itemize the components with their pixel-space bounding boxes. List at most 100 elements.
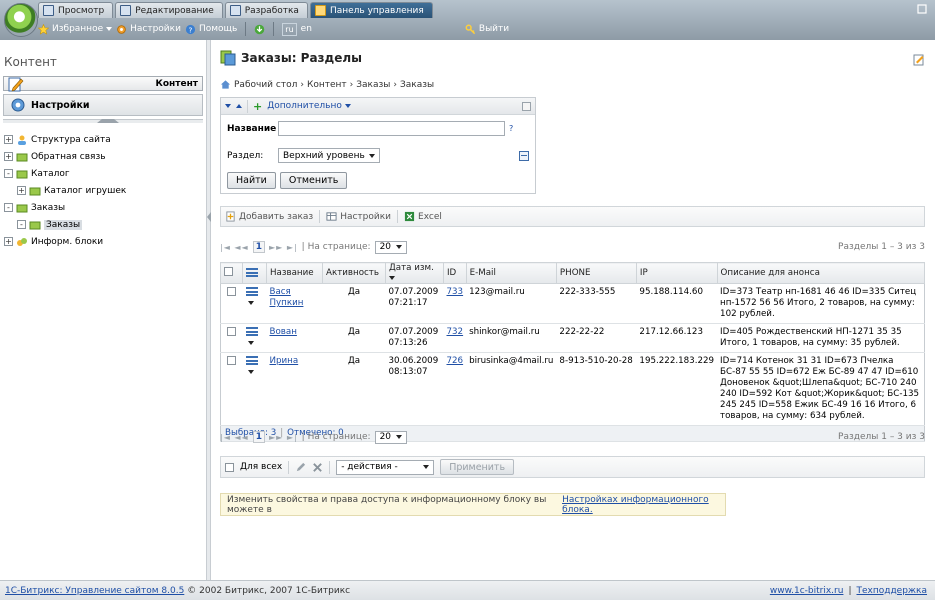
filter-down-arrow-icon[interactable] <box>225 104 231 108</box>
chevron-down-icon <box>247 370 254 374</box>
cancel-button[interactable]: Отменить <box>279 172 348 189</box>
next-last-page-icon[interactable]: ►► ►| <box>269 243 298 252</box>
col-date[interactable]: Дата изм. <box>385 262 444 284</box>
select-all-checkbox[interactable] <box>224 267 233 276</box>
pagination-top: |◄ ◄◄ 1 ►► ►| | На странице: 20 Разделы … <box>220 239 925 255</box>
collapse-toggle[interactable]: - <box>4 169 13 178</box>
window-restore-icon[interactable] <box>917 4 927 14</box>
settings-button[interactable]: Настройки <box>116 24 181 35</box>
col-active[interactable]: Активность <box>322 262 386 284</box>
breadcrumb-item[interactable]: Рабочий стол <box>234 80 297 90</box>
collapse-toggle[interactable]: - <box>17 220 26 229</box>
order-name-link[interactable]: Вася Пупкин <box>270 287 304 308</box>
menu-settings-button[interactable]: Настройки <box>3 94 203 116</box>
support-link[interactable]: Техподдержка <box>856 586 927 596</box>
start-menu-logo-icon[interactable] <box>4 3 38 37</box>
first-prev-page-icon[interactable]: |◄ ◄◄ <box>220 243 249 252</box>
tree-item-orders[interactable]: - Заказы <box>4 199 206 216</box>
page-number[interactable]: 1 <box>252 431 265 443</box>
lang-en[interactable]: en <box>301 24 312 34</box>
order-id-link[interactable]: 733 <box>447 287 464 297</box>
infoblocks-icon <box>17 237 27 246</box>
panel-collapse-handle[interactable] <box>3 119 203 123</box>
product-link[interactable]: 1С-Битрикс: Управление сайтом 8.0.5 <box>5 586 184 596</box>
mode-tabs: Просмотр Редактирование Разработка Панел… <box>38 2 433 18</box>
control-panel-icon <box>314 5 326 16</box>
per-page-select[interactable]: 20 <box>374 240 407 254</box>
help-icon: ? <box>185 24 196 34</box>
excel-export-button[interactable]: Excel <box>404 211 442 222</box>
apply-button[interactable]: Применить <box>440 459 515 475</box>
expand-toggle[interactable]: + <box>4 135 13 144</box>
remove-filter-icon[interactable] <box>519 150 529 161</box>
col-email[interactable]: E-Mail <box>465 262 557 284</box>
row-actions-icon[interactable] <box>245 327 258 336</box>
top-panel: Просмотр Редактирование Разработка Панел… <box>0 0 935 40</box>
home-icon <box>220 80 231 89</box>
tree-item-site-structure[interactable]: + Структура сайта <box>4 131 206 148</box>
collapse-toggle[interactable]: - <box>4 203 13 212</box>
page-number[interactable]: 1 <box>252 241 265 253</box>
col-name[interactable]: Название <box>266 262 323 284</box>
actions-select[interactable]: - действия - <box>336 459 435 475</box>
lang-ru[interactable]: ru <box>282 22 297 36</box>
menu-content-button[interactable]: Контент <box>3 76 203 91</box>
help-link[interactable]: ? <box>509 124 513 133</box>
toolbar-divider <box>245 22 247 36</box>
tree-item-feedback[interactable]: + Обратная связь <box>4 148 206 165</box>
table-row: Вася Пупкин Да 07.07.2009 07:21:17 733 12… <box>220 283 925 324</box>
row-actions-icon[interactable] <box>245 356 258 365</box>
cell-date: 07.07.2009 <box>388 327 439 337</box>
expand-toggle[interactable]: + <box>4 152 13 161</box>
per-page-select[interactable]: 20 <box>374 430 407 444</box>
edit-page-icon[interactable] <box>913 54 925 66</box>
filter-up-arrow-icon[interactable] <box>236 104 242 108</box>
logout-button[interactable]: Выйти <box>465 24 509 35</box>
tree-item-info-blocks[interactable]: + Информ. блоки <box>4 233 206 250</box>
delete-icon[interactable] <box>312 462 323 473</box>
download-icon[interactable] <box>254 24 265 35</box>
col-id[interactable]: ID <box>443 262 467 284</box>
infoblock-settings-link[interactable]: Настройках информационного блока. <box>562 495 725 515</box>
first-prev-page-icon[interactable]: |◄ ◄◄ <box>220 433 249 442</box>
for-all-checkbox[interactable] <box>225 462 234 472</box>
tree-item-toy-catalog[interactable]: + Каталог игрушек <box>4 182 206 199</box>
order-name-link[interactable]: Ирина <box>270 356 299 366</box>
site-link[interactable]: www.1c-bitrix.ru <box>770 586 844 596</box>
name-input[interactable] <box>278 121 505 136</box>
users-icon <box>18 135 26 145</box>
col-ip[interactable]: IP <box>635 262 718 284</box>
list-settings-button[interactable]: Настройки <box>326 211 391 222</box>
breadcrumb-item[interactable]: Контент <box>307 80 347 90</box>
order-name-link[interactable]: Вован <box>270 327 297 337</box>
add-order-button[interactable]: Добавить заказ <box>225 211 313 222</box>
find-button[interactable]: Найти <box>227 172 276 189</box>
expand-toggle[interactable]: + <box>17 186 26 195</box>
row-checkbox[interactable] <box>227 356 237 365</box>
favorites-menu[interactable]: Избранное <box>38 23 113 35</box>
order-id-link[interactable]: 732 <box>447 327 464 337</box>
tab-view[interactable]: Просмотр <box>38 2 114 18</box>
expand-toggle[interactable]: + <box>4 237 13 246</box>
filter-more-menu[interactable]: Дополнительно <box>267 101 351 111</box>
tree-item-orders-sub[interactable]: - Заказы <box>4 216 206 233</box>
row-checkbox[interactable] <box>227 327 237 336</box>
edit-pencil-icon[interactable] <box>295 462 306 473</box>
tree-item-catalog[interactable]: - Каталог <box>4 165 206 182</box>
breadcrumb-item[interactable]: Заказы <box>356 80 390 90</box>
row-checkbox[interactable] <box>227 287 237 296</box>
col-phone[interactable]: PHONE <box>555 262 637 284</box>
cell-description: ID=373 Театр нп-1681 46 46 ID=335 Ситец … <box>717 283 925 324</box>
row-actions-icon[interactable] <box>245 287 258 296</box>
panel-resize-handle[interactable] <box>207 40 211 580</box>
col-description[interactable]: Описание для анонса <box>716 262 926 284</box>
tab-control-panel[interactable]: Панель управления <box>309 2 433 18</box>
filter-minimize-icon[interactable] <box>522 102 531 111</box>
tab-edit[interactable]: Редактирование <box>115 2 223 18</box>
order-id-link[interactable]: 726 <box>447 356 464 366</box>
help-button[interactable]: ? Помощь <box>185 24 237 35</box>
section-select[interactable]: Верхний уровень <box>278 148 380 163</box>
columns-menu-icon[interactable] <box>246 268 258 277</box>
tab-develop[interactable]: Разработка <box>224 2 308 18</box>
next-last-page-icon[interactable]: ►► ►| <box>269 433 298 442</box>
